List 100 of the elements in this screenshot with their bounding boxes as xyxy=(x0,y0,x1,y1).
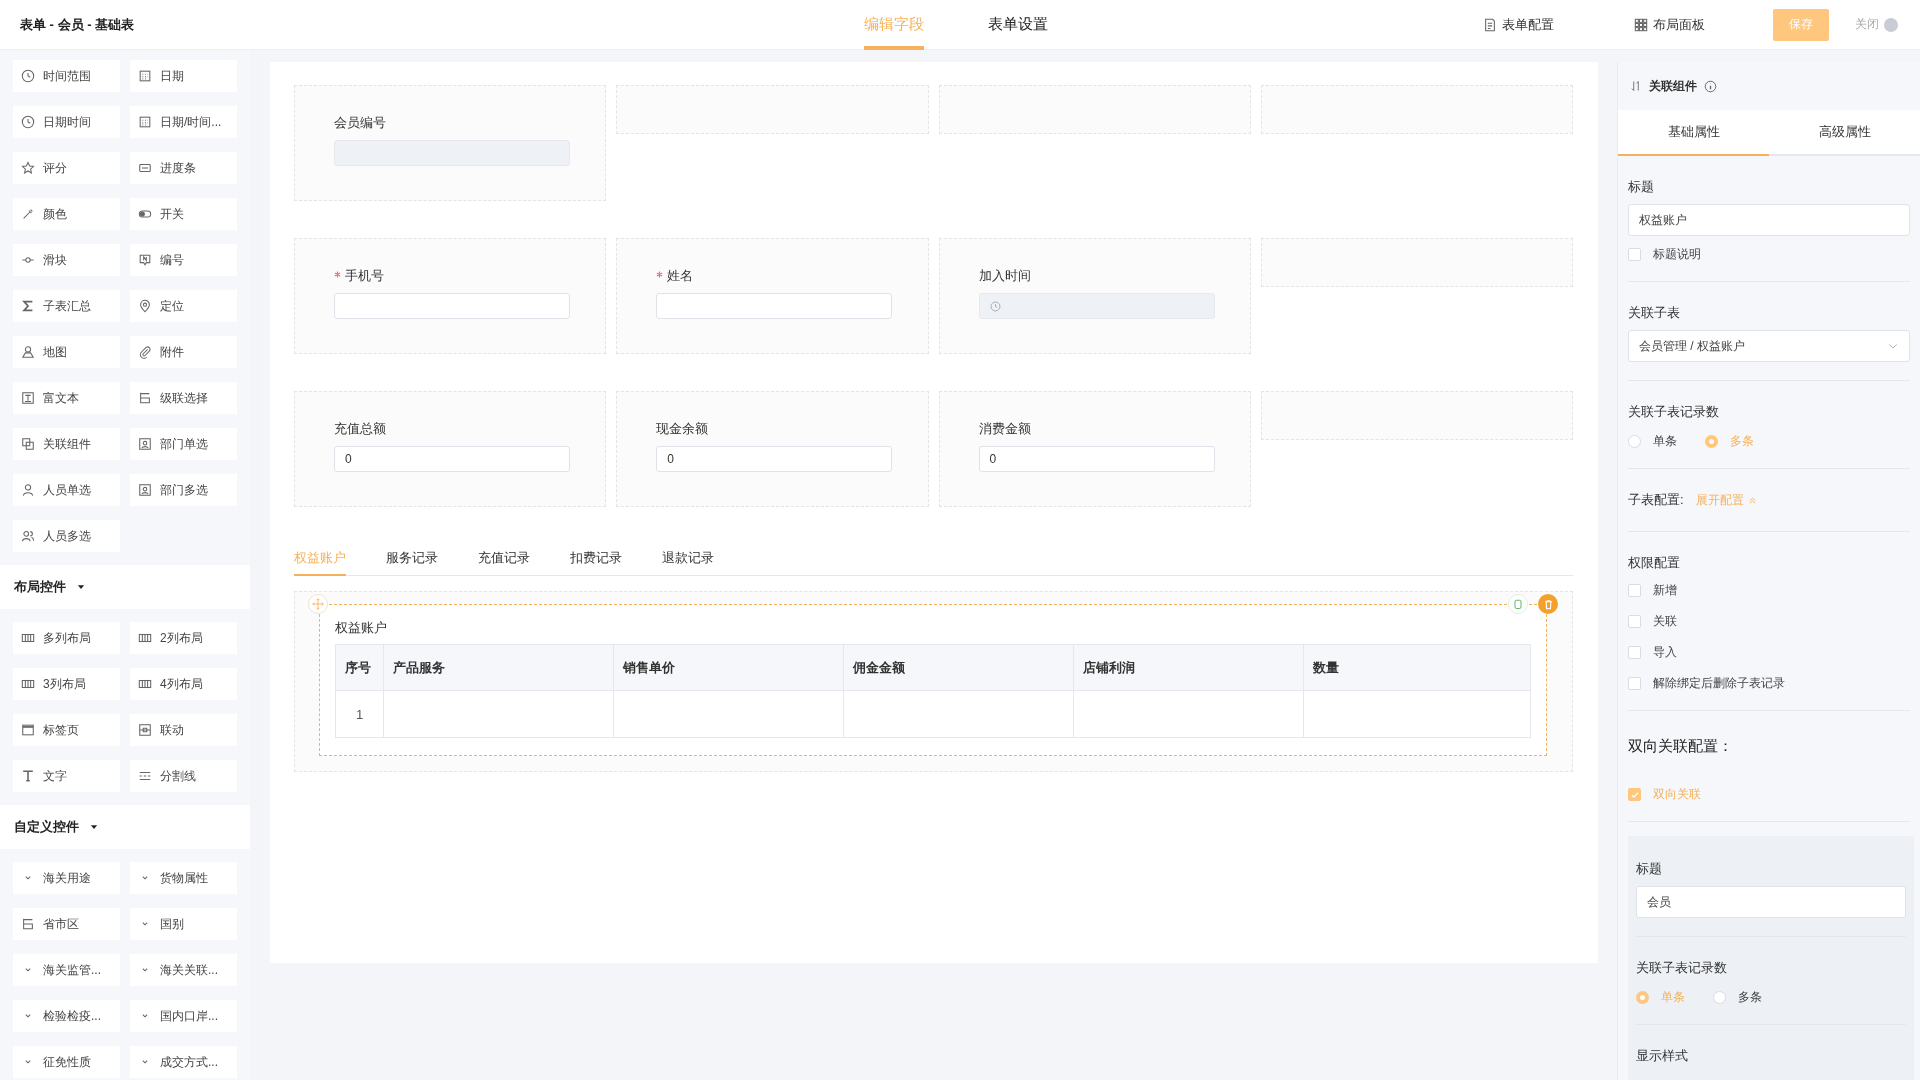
component-item[interactable]: 颜色 xyxy=(13,198,120,230)
component-item[interactable]: 省市区 xyxy=(13,908,120,940)
component-item[interactable]: 富文本 xyxy=(13,382,120,414)
component-item[interactable]: 时间范围 xyxy=(13,60,120,92)
required-asterisk-icon xyxy=(656,270,664,278)
component-item[interactable]: 附件 xyxy=(130,336,237,368)
checkbox[interactable] xyxy=(1628,248,1641,261)
checkbox[interactable] xyxy=(1628,615,1641,628)
tab[interactable]: 服务记录 xyxy=(386,545,438,576)
department-icon xyxy=(138,437,152,451)
tab[interactable]: 表单设置 xyxy=(988,0,1048,50)
component-item[interactable]: 编号 xyxy=(130,244,237,276)
component-item[interactable]: 标签页 xyxy=(13,714,120,746)
component-item[interactable]: 海关监管... xyxy=(13,954,120,986)
component-item[interactable]: 联动 xyxy=(130,714,237,746)
checkbox-label[interactable]: 关联 xyxy=(1653,613,1677,630)
people-icon xyxy=(21,529,35,543)
field-label: 会员编号 xyxy=(334,114,386,132)
component-item[interactable]: 征免性质 xyxy=(13,1046,120,1078)
component-item[interactable]: 日期/时间... xyxy=(130,106,237,138)
checkbox-label[interactable]: 新增 xyxy=(1653,582,1677,599)
radio-button[interactable] xyxy=(1705,435,1718,448)
component-item[interactable]: 日期 xyxy=(130,60,237,92)
input-field[interactable]: 权益账户 xyxy=(1628,204,1910,236)
component-item[interactable]: 文字 xyxy=(13,760,120,792)
component-item[interactable]: 检验检疫... xyxy=(13,1000,120,1032)
checkbox-label[interactable]: 解除绑定后删除子表记录 xyxy=(1653,675,1785,692)
form-title: 表单 - 会员 - 基础表 xyxy=(19,15,136,34)
input-field[interactable]: 0 xyxy=(978,446,1215,472)
component-item[interactable]: 定位 xyxy=(130,290,237,322)
component-item[interactable]: 分割线 xyxy=(130,760,237,792)
component-item[interactable]: 部门多选 xyxy=(130,474,237,506)
component-item[interactable]: 3列布局 xyxy=(13,668,120,700)
component-item[interactable]: 海关用途 xyxy=(13,862,120,894)
copy-icon xyxy=(1512,598,1524,610)
component-item[interactable]: 地图 xyxy=(13,336,120,368)
component-item[interactable]: 人员多选 xyxy=(13,520,120,552)
component-item[interactable]: 滑块 xyxy=(13,244,120,276)
checkbox[interactable] xyxy=(1628,677,1641,690)
radio-button[interactable] xyxy=(1636,991,1649,1004)
component-item[interactable]: 日期时间 xyxy=(13,106,120,138)
component-item[interactable]: 货物属性 xyxy=(130,862,237,894)
input-field[interactable]: 会员 xyxy=(1636,886,1906,918)
radio-label[interactable]: 单条 xyxy=(1653,433,1677,450)
progress-bar-icon xyxy=(138,161,152,175)
column-header: 序号 xyxy=(335,644,384,691)
field-label: 手机号 xyxy=(345,267,384,285)
component-item[interactable]: 海关关联... xyxy=(130,954,237,986)
move-handle[interactable] xyxy=(308,594,328,614)
radio-button[interactable] xyxy=(1628,435,1641,448)
map-icon xyxy=(21,345,35,359)
component-item[interactable]: 关联组件 xyxy=(13,428,120,460)
component-item[interactable]: 评分 xyxy=(13,152,120,184)
toolbar-button[interactable]: 布局面板 xyxy=(1634,15,1705,34)
info-icon xyxy=(1704,79,1717,93)
panel-title: 关联组件 xyxy=(1649,77,1697,95)
checkbox[interactable] xyxy=(1628,646,1641,659)
tab[interactable]: 高级属性 xyxy=(1769,110,1920,156)
checkbox[interactable] xyxy=(1628,788,1641,801)
component-item[interactable]: 级联选择 xyxy=(130,382,237,414)
component-item[interactable]: 4列布局 xyxy=(130,668,237,700)
component-item[interactable]: 国别 xyxy=(130,908,237,940)
tab[interactable]: 退款记录 xyxy=(662,545,714,576)
component-item[interactable]: 部门单选 xyxy=(130,428,237,460)
radio-label[interactable]: 多条 xyxy=(1738,989,1762,1006)
input-field[interactable]: 会员管理 / 权益账户 xyxy=(1628,330,1910,362)
tab[interactable]: 基础属性 xyxy=(1618,110,1769,156)
tab[interactable]: 扣费记录 xyxy=(570,545,622,576)
delete-button[interactable] xyxy=(1538,594,1558,614)
checkbox[interactable] xyxy=(1628,584,1641,597)
section-header[interactable]: 自定义控件 xyxy=(0,805,250,849)
component-item[interactable]: 2列布局 xyxy=(130,622,237,654)
component-item[interactable]: 多列布局 xyxy=(13,622,120,654)
input-field[interactable] xyxy=(334,293,570,319)
checkbox-label[interactable]: 标题说明 xyxy=(1653,246,1701,263)
column-header: 产品服务 xyxy=(383,644,614,691)
checkbox-label[interactable]: 导入 xyxy=(1653,644,1677,661)
radio-button[interactable] xyxy=(1713,991,1726,1004)
subform-title: 权益账户 xyxy=(335,619,388,637)
component-item[interactable]: 国内口岸... xyxy=(130,1000,237,1032)
tab[interactable]: 充值记录 xyxy=(478,545,530,576)
toolbar-button[interactable]: 表单配置 xyxy=(1483,15,1554,34)
field-label: 子表配置: xyxy=(1628,491,1684,509)
input-field[interactable]: 0 xyxy=(656,446,893,472)
component-item[interactable]: 人员单选 xyxy=(13,474,120,506)
section-header[interactable]: 布局控件 xyxy=(0,565,250,609)
component-item[interactable]: 进度条 xyxy=(130,152,237,184)
component-item[interactable]: 子表汇总 xyxy=(13,290,120,322)
field-label: 双向关联配置： xyxy=(1628,737,1734,756)
field-label: 关联子表 xyxy=(1628,304,1681,322)
input-field[interactable]: 0 xyxy=(334,446,570,472)
sigma-icon xyxy=(21,299,35,313)
copy-button[interactable] xyxy=(1508,594,1528,614)
table-cell: 1 xyxy=(335,690,384,738)
component-item[interactable]: 成交方式... xyxy=(130,1046,237,1078)
input-field[interactable] xyxy=(656,293,893,319)
field-label: 现金余额 xyxy=(656,420,709,438)
cascade-icon xyxy=(21,917,35,931)
component-item[interactable]: 开关 xyxy=(130,198,237,230)
tab-page-icon xyxy=(21,723,35,737)
